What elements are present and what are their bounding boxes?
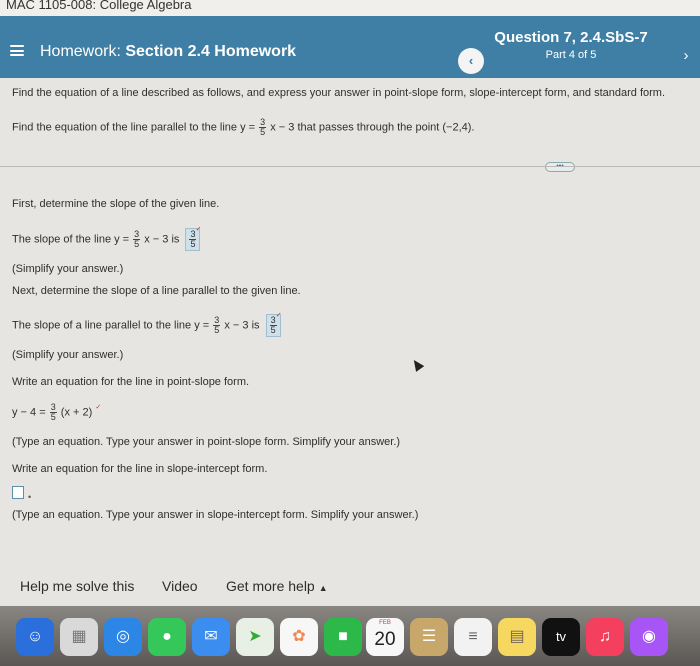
section-divider	[0, 166, 700, 167]
calendar-day: 20	[374, 629, 396, 650]
correct-check-icon: ✓	[275, 312, 282, 319]
step1-equation: The slope of the line y = 3 5 x − 3 is 3…	[12, 226, 202, 251]
photos-icon[interactable]: ✿	[280, 618, 318, 656]
video-button[interactable]: Video	[162, 578, 198, 594]
step2-fraction: 3 5	[213, 316, 221, 335]
chevron-left-icon[interactable]: ‹	[458, 48, 484, 74]
step2-mid: x − 3 is	[224, 319, 260, 332]
calendar-icon[interactable]: FEB 20	[366, 618, 404, 656]
maps-icon[interactable]: ➤	[236, 618, 274, 656]
fraction-denominator: 5	[260, 127, 266, 137]
homework-prefix: Homework:	[40, 43, 121, 60]
homework-title: Homework: Section 2.4 Homework	[40, 43, 296, 61]
question-content: Find the equation of a line described as…	[0, 78, 700, 606]
fraction-denominator: 5	[270, 325, 276, 335]
step3-post: (x + 2)	[60, 406, 93, 419]
step3-equation-field[interactable]: y − 4 = 3 5 (x + 2) ✓	[12, 403, 101, 422]
step3-fraction: 3 5	[49, 403, 57, 422]
problem-instruction: Find the equation of a line described as…	[12, 87, 666, 99]
calendar-month: FEB	[379, 620, 391, 626]
step1-answer-field[interactable]: 3 5 ✓	[185, 226, 202, 251]
question-part: Part 4 of 5	[545, 49, 597, 61]
fraction-denominator: 5	[190, 239, 196, 249]
statement-fraction: 3 5	[259, 118, 267, 137]
chevron-right-icon[interactable]: ›	[676, 46, 696, 66]
question-title: Question 7, 2.4.SbS-7	[494, 29, 648, 46]
browser-tab-title: MAC 1105-008: College Algebra	[0, 0, 700, 16]
correct-check-icon: ✓	[195, 226, 202, 233]
input-cursor-dot: •	[28, 492, 32, 502]
fraction-denominator: 5	[134, 239, 140, 249]
step1-pre: The slope of the line y =	[12, 233, 130, 246]
messages-icon[interactable]: ●	[148, 618, 186, 656]
step1-intro: First, determine the slope of the given …	[12, 198, 220, 210]
notes-icon[interactable]: ▤	[498, 618, 536, 656]
apple-tv-label: tv	[555, 629, 567, 644]
podcasts-icon[interactable]: ◉	[630, 618, 668, 656]
reminders-icon[interactable]: ≡	[454, 618, 492, 656]
step1-fraction: 3 5	[133, 230, 141, 249]
step3-intro: Write an equation for the line in point-…	[12, 376, 250, 388]
correct-check-icon: ✓	[95, 404, 102, 411]
homework-section: Section 2.4 Homework	[125, 43, 297, 60]
step2-intro: Next, determine the slope of a line para…	[12, 285, 301, 297]
slope-intercept-answer-input[interactable]	[12, 486, 24, 499]
expand-more-button[interactable]: •••	[545, 162, 575, 172]
finder-icon[interactable]: ☺	[16, 618, 54, 656]
apple-tv-icon[interactable]: tv	[542, 618, 580, 656]
step3-pre: y − 4 =	[12, 406, 46, 419]
step2-answer-field[interactable]: 3 5 ✓	[265, 312, 282, 337]
problem-statement: Find the equation of the line parallel t…	[12, 118, 474, 137]
fraction-denominator: 5	[50, 412, 56, 422]
get-more-help-label: Get more help	[226, 578, 315, 594]
mail-icon[interactable]: ✉	[192, 618, 230, 656]
step1-mid: x − 3 is	[144, 233, 180, 246]
homework-header: Homework: Section 2.4 Homework Question …	[0, 16, 700, 78]
step4-hint: (Type an equation. Type your answer in s…	[12, 509, 419, 521]
step1-hint: (Simplify your answer.)	[12, 263, 124, 275]
contacts-icon[interactable]: ☰	[410, 618, 448, 656]
step2-hint: (Simplify your answer.)	[12, 349, 124, 361]
help-me-solve-button[interactable]: Help me solve this	[20, 578, 134, 594]
launchpad-icon[interactable]: ▦	[60, 618, 98, 656]
music-icon[interactable]: ♫	[586, 618, 624, 656]
caret-up-icon: ▲	[318, 583, 328, 593]
statement-pre: Find the equation of the line parallel t…	[12, 121, 256, 134]
step2-equation: The slope of a line parallel to the line…	[12, 312, 282, 337]
safari-icon[interactable]: ◎	[104, 618, 142, 656]
facetime-icon[interactable]: ■	[324, 618, 362, 656]
get-more-help-button[interactable]: Get more help ▲	[226, 578, 328, 594]
step2-pre: The slope of a line parallel to the line…	[12, 319, 210, 332]
statement-post: x − 3 that passes through the point (−2,…	[270, 121, 475, 134]
step3-hint: (Type an equation. Type your answer in p…	[12, 436, 401, 448]
menu-icon[interactable]	[10, 45, 24, 56]
step4-intro: Write an equation for the line in slope-…	[12, 463, 268, 475]
fraction-denominator: 5	[214, 325, 220, 335]
